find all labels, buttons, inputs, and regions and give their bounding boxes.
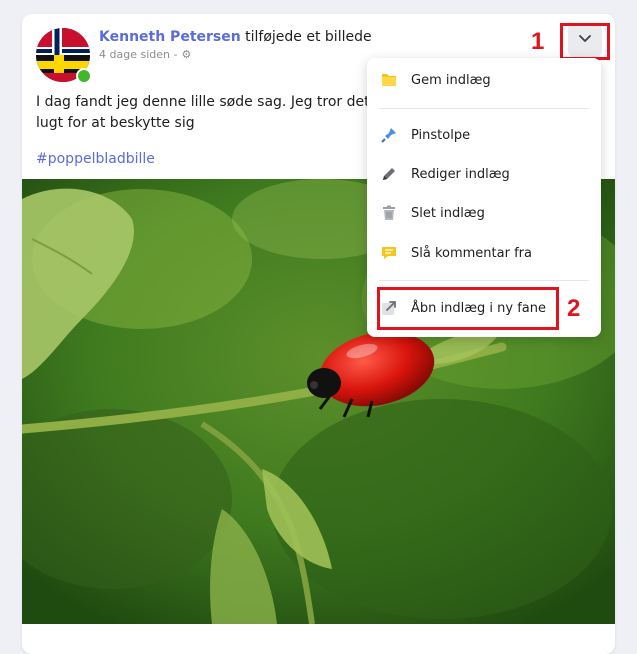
menu-item-pin-post[interactable]: Pinstolpe (379, 119, 589, 151)
menu-divider (379, 280, 589, 281)
folder-icon (379, 70, 399, 90)
post-header: Kenneth Petersen tilføjede et billede (99, 29, 372, 45)
annotation-box-1 (560, 23, 610, 60)
gear-icon[interactable]: ⚙ (181, 48, 191, 61)
online-status-dot (76, 68, 92, 84)
post-action-text: tilføjede et billede (245, 29, 372, 45)
post-meta: 4 dage siden - ⚙ (99, 48, 191, 61)
pencil-icon (379, 164, 399, 184)
menu-item-save-post[interactable]: Gem indlæg (379, 64, 589, 96)
menu-item-label: Gem indlæg (411, 72, 491, 88)
menu-item-label: Slå kommentar fra (411, 245, 532, 261)
menu-item-label: Pinstolpe (411, 127, 471, 143)
menu-divider (379, 108, 589, 109)
menu-item-edit-post[interactable]: Rediger indlæg (379, 158, 589, 190)
hashtag-link[interactable]: #poppelbladbille (36, 151, 155, 167)
annotation-number-1: 1 (531, 28, 545, 55)
post-timestamp[interactable]: 4 dage siden - (99, 48, 177, 61)
menu-item-label: Rediger indlæg (411, 166, 510, 182)
menu-item-disable-comments[interactable]: Slå kommentar fra (379, 237, 589, 269)
menu-item-delete-post[interactable]: Slet indlæg (379, 197, 589, 229)
author-name-link[interactable]: Kenneth Petersen (99, 29, 241, 45)
annotation-box-2 (377, 287, 559, 330)
avatar-container[interactable] (36, 28, 92, 84)
pin-icon (379, 125, 399, 145)
trash-icon (379, 203, 399, 223)
annotation-number-2: 2 (567, 295, 581, 322)
comment-icon (379, 243, 399, 263)
menu-item-label: Slet indlæg (411, 205, 485, 221)
